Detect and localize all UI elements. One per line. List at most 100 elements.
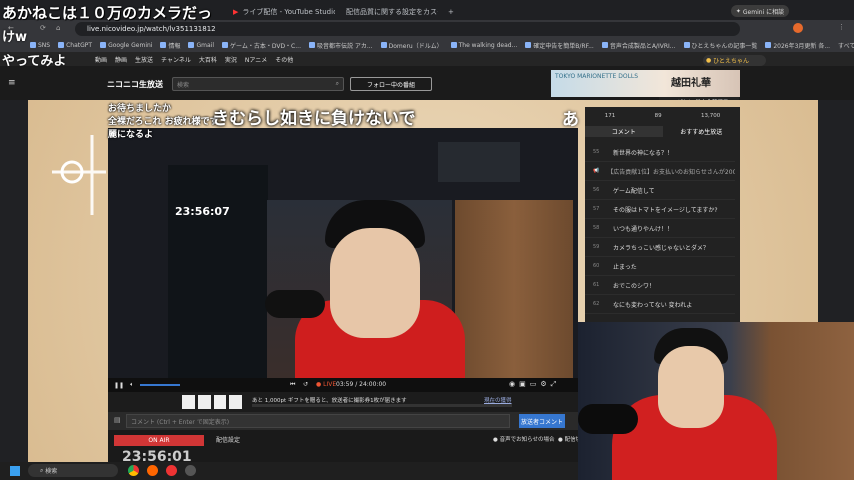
- captured-timer: 23:56:07: [175, 205, 230, 218]
- new-tab-button[interactable]: +: [440, 3, 456, 20]
- nav-item[interactable]: 実況: [225, 55, 237, 64]
- bookmark[interactable]: ゲーム・古本・DVD・C...: [222, 41, 301, 50]
- profile-avatar[interactable]: [793, 23, 803, 33]
- comment-row[interactable]: 60 止まった: [585, 257, 735, 276]
- search-placeholder: 検索: [177, 81, 190, 89]
- search-icon[interactable]: ⌕: [336, 80, 339, 88]
- tab-label: ライブ配信 - YouTube Studio: [242, 7, 335, 16]
- obs-icon[interactable]: [185, 465, 196, 476]
- gift-icon[interactable]: [182, 395, 195, 409]
- bookmark[interactable]: 吸音都市伝説 アカ...: [308, 41, 373, 50]
- comment-row[interactable]: 62 なにも変わってない 変われよ: [585, 295, 735, 314]
- reload-icon[interactable]: ⟳: [40, 24, 46, 32]
- gemini-button[interactable]: ✦ Gemini に相談: [731, 5, 789, 17]
- stats-row: 171 89 13,700: [585, 107, 740, 125]
- rewind-icon[interactable]: ⏮: [290, 381, 295, 389]
- gift-icon[interactable]: [197, 395, 211, 409]
- nav-item[interactable]: Nアニメ: [245, 55, 267, 64]
- bookmark[interactable]: The walking dead...: [450, 42, 517, 49]
- tab-youtube-studio[interactable]: ▶ ライブ配信 - YouTube Studio ×: [225, 3, 335, 20]
- broadcast-settings[interactable]: 配信設定: [216, 435, 240, 444]
- chrome-icon[interactable]: [128, 465, 139, 476]
- bookmark[interactable]: Google Gemini: [100, 42, 152, 49]
- nav-item[interactable]: その他: [275, 55, 293, 64]
- audio-notify-option[interactable]: ● 音声でお知らせの場合: [493, 435, 554, 443]
- gemini-icon: ✦: [735, 7, 741, 15]
- all-bookmarks[interactable]: すべてのブックマーク: [838, 41, 854, 50]
- gift-message: あと 1,000pt ギフトを贈ると、放送者に撮影券1枚が届きます: [252, 398, 407, 404]
- nav-item[interactable]: チャンネル: [161, 55, 191, 64]
- nav-item[interactable]: 動画: [95, 55, 107, 64]
- background-door: [455, 200, 573, 378]
- ad-title: TOKYO MARIONETTE DOLLS: [555, 73, 639, 80]
- ad-name: 越田礼華: [671, 78, 711, 89]
- volume-icon[interactable]: 🔈︎: [130, 381, 134, 389]
- gemini-label: Gemini に相談: [742, 8, 785, 16]
- taskbar-search[interactable]: ⌕ 検索: [28, 464, 118, 477]
- gift-status-link[interactable]: 現在の獲得: [484, 396, 512, 404]
- bookmark[interactable]: 2026年3月更新 各...: [765, 41, 830, 50]
- gift-progress: [252, 404, 512, 407]
- comment-tabs: コメント おすすめ生放送: [585, 126, 740, 137]
- comment-row[interactable]: 59 カメラちっこい感じゃないとダメ？: [585, 238, 735, 257]
- hamburger-icon[interactable]: ≡: [8, 78, 16, 88]
- comment-overlay-right: あ: [562, 110, 579, 130]
- comment-row[interactable]: 57 その服はトマトをイメージしてますか?: [585, 200, 735, 219]
- user-menu[interactable]: ● ひとえちゃん: [703, 55, 766, 66]
- comment-row[interactable]: 61 おでこのシワ！: [585, 276, 735, 295]
- bookmark[interactable]: Gmail: [188, 42, 214, 49]
- gift-icon[interactable]: [229, 395, 242, 409]
- player-options[interactable]: ◉▣▭⚙⤢: [509, 380, 560, 389]
- nav-item[interactable]: 大百科: [199, 55, 217, 64]
- follow-button[interactable]: フォロー中の番組: [350, 77, 432, 91]
- bookmark[interactable]: ひとえちゃんの記事一覧: [683, 41, 757, 50]
- bookmark[interactable]: ChatGPT: [58, 42, 92, 49]
- tab-recommend[interactable]: おすすめ生放送: [662, 126, 740, 137]
- broadcaster-comment-button[interactable]: 放送者コメント: [519, 414, 565, 428]
- captured-panel: [438, 142, 520, 182]
- nav-item[interactable]: 静画: [115, 55, 127, 64]
- webcam-face: [658, 346, 724, 428]
- timecode: 03:59 / 24:00:00: [336, 381, 387, 388]
- windows-start-icon[interactable]: [10, 466, 20, 476]
- comment-row[interactable]: 55 新世界の神になる？！: [585, 143, 735, 162]
- tab-stream-quality[interactable]: 配信品質に関する設定をカスタマ ×: [338, 3, 438, 20]
- pause-icon[interactable]: ❚❚: [114, 382, 124, 389]
- bookmark[interactable]: 情報: [160, 41, 180, 50]
- gift-icon[interactable]: [213, 395, 227, 409]
- bookmarks-bar: SNS ChatGPT Google Gemini 情報 Gmail ゲーム・古…: [0, 38, 854, 52]
- comment-input[interactable]: コメント (Ctrl + Enter で固定表示): [126, 414, 510, 428]
- overlay-caption-3: やってみよ: [2, 54, 67, 69]
- ad-banner[interactable]: TOKYO MARIONETTE DOLLS 越田礼華: [551, 70, 740, 97]
- bookmark[interactable]: 確定申告を簡単B/RF...: [525, 41, 594, 50]
- home-icon[interactable]: ⌂: [56, 24, 60, 32]
- youtube-icon: ▶: [233, 7, 239, 16]
- comment-overlay-left: お待ちましたか 全裸だろこれ お疲れ様です 麗になるよ: [108, 104, 219, 140]
- back10-icon[interactable]: ↺: [303, 381, 308, 388]
- app-icon[interactable]: [166, 465, 177, 476]
- volume-slider[interactable]: [139, 384, 180, 386]
- on-air-badge: ON AIR: [114, 435, 204, 446]
- comment-icon[interactable]: ▤: [114, 416, 121, 424]
- user-name: ひとえちゃん: [713, 58, 749, 65]
- comment-row[interactable]: 📢【広告貢献1位】お支払いのお知らせさんが200ptニコニ広: [585, 162, 735, 181]
- live-badge[interactable]: ● LIVE: [316, 381, 336, 388]
- bookmark[interactable]: Domeru（ドルム）: [380, 41, 443, 50]
- tab-label: 配信品質に関する設定をカスタマ: [346, 7, 438, 16]
- overlay-caption-1: あかねこは１０万のカメラだっ: [2, 4, 213, 22]
- taskbar-search-label: 検索: [45, 468, 58, 475]
- menu-icon[interactable]: ⋮: [838, 23, 845, 31]
- viewer-count: 171: [604, 113, 616, 119]
- bookmark[interactable]: 音声合成製品とA/IVRI...: [601, 41, 676, 50]
- comment-row[interactable]: 56 ゲーム配信して: [585, 181, 735, 200]
- ad-points: 13,700: [701, 113, 721, 119]
- url-input[interactable]: live.nicovideo.jp/watch/lv351131812: [75, 22, 740, 36]
- nav-item[interactable]: 生放送: [135, 55, 153, 64]
- brave-icon[interactable]: [147, 465, 158, 476]
- nico-logo[interactable]: ニコニコ生放送: [107, 79, 163, 90]
- search-input[interactable]: 検索 ⌕: [172, 77, 344, 91]
- bookmark[interactable]: SNS: [30, 42, 50, 49]
- tab-comment[interactable]: コメント: [585, 126, 663, 137]
- comment-row[interactable]: 58 いつも通りやんけ！！: [585, 219, 735, 238]
- coin-icon: ●: [706, 57, 714, 64]
